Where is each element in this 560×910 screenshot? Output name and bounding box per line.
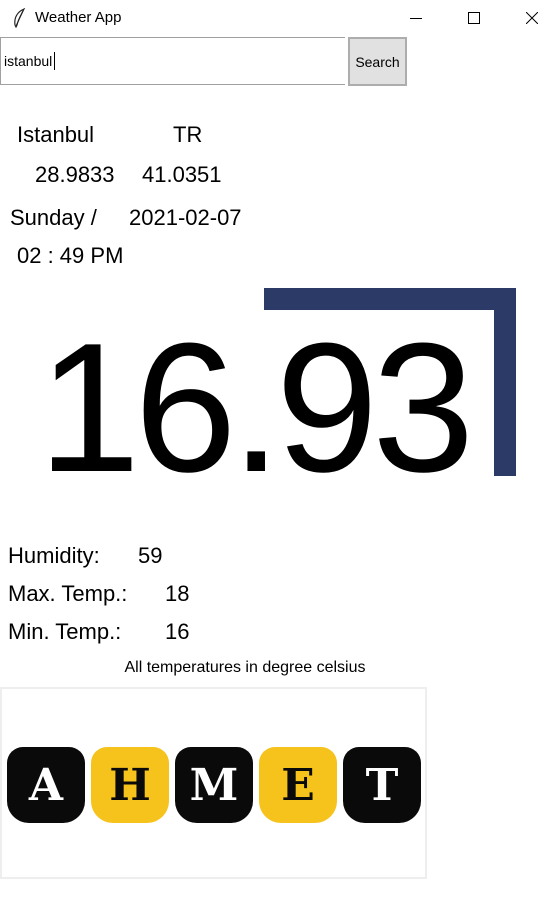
- window-title: Weather App: [35, 9, 122, 26]
- minimize-icon: [410, 18, 422, 19]
- close-button[interactable]: [504, 0, 560, 36]
- search-input[interactable]: [0, 37, 345, 85]
- min-temp-value: 16: [165, 619, 190, 644]
- time-value: 02 : 49 PM: [17, 243, 124, 268]
- latitude-value: 41.0351: [142, 162, 222, 187]
- temperature-value: 16.93: [38, 304, 474, 510]
- city-name: Istanbul: [17, 122, 95, 147]
- date-value: 2021-02-07: [129, 205, 242, 230]
- maximize-button[interactable]: [446, 0, 502, 36]
- logo-tile-h: H: [91, 747, 169, 823]
- logo-tile-m: M: [175, 747, 253, 823]
- logo-tile-t: T: [343, 747, 421, 823]
- minimize-button[interactable]: [388, 0, 444, 36]
- humidity-label: Humidity:: [8, 543, 100, 568]
- logo-image: A H M E T: [0, 687, 427, 879]
- maximize-icon: [468, 12, 480, 24]
- close-icon: [526, 12, 538, 24]
- text-caret: [54, 52, 55, 70]
- max-temp-label: Max. Temp.:: [8, 581, 128, 606]
- search-button[interactable]: Search: [348, 37, 407, 86]
- logo-tile-e: E: [259, 747, 337, 823]
- longitude-value: 28.9833: [35, 162, 115, 187]
- max-temp-value: 18: [165, 581, 190, 606]
- humidity-value: 59: [138, 543, 163, 568]
- units-note: All temperatures in degree celsius: [124, 659, 366, 676]
- country-code: TR: [173, 122, 203, 147]
- weekday-label: Sunday /: [10, 205, 97, 230]
- min-temp-label: Min. Temp.:: [8, 619, 122, 644]
- feather-icon: [12, 7, 26, 29]
- title-bar: Weather App: [0, 0, 560, 36]
- logo-tile-a: A: [7, 747, 85, 823]
